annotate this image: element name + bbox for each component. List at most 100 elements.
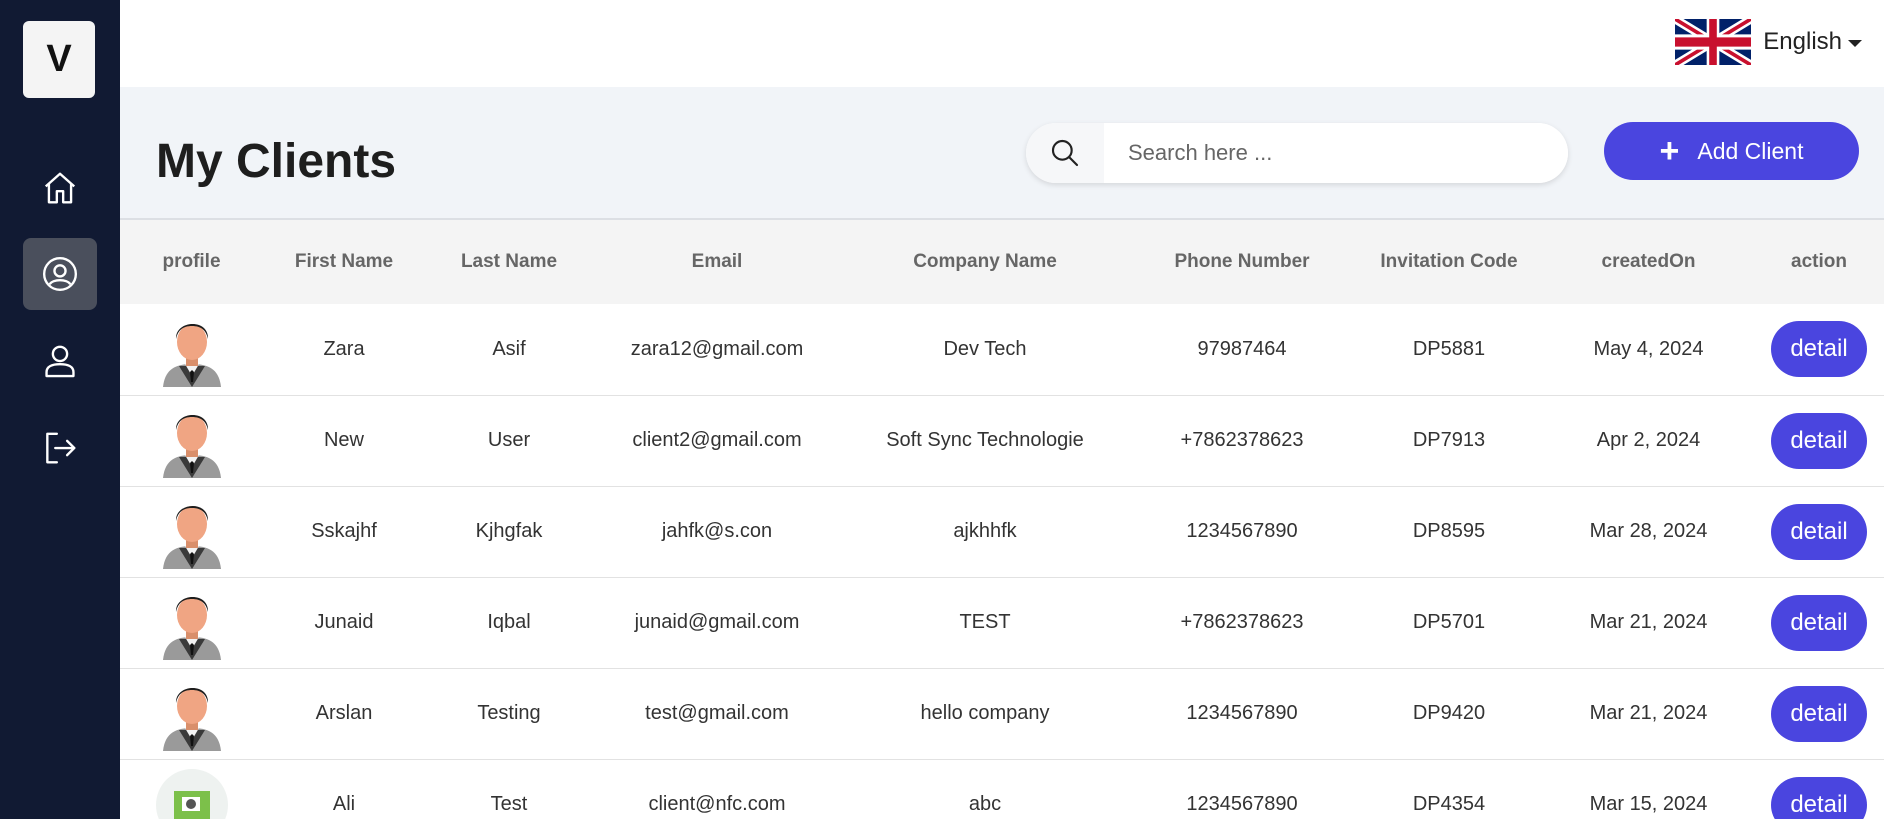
- user-icon: [45, 345, 75, 378]
- action-cell: detail: [1754, 668, 1884, 760]
- table-row: Zara Asif zara12@gmail.com Dev Tech 97987464…: [120, 304, 1884, 396]
- avatar-icon: [162, 414, 221, 478]
- column-header[interactable]: Company Name: [841, 220, 1129, 304]
- table-row: Arslan Testing test@gmail.com hello company…: [120, 668, 1884, 760]
- logout-icon: [46, 432, 76, 464]
- clients-icon: [42, 256, 78, 292]
- language-selector[interactable]: English: [1675, 19, 1862, 65]
- phone-cell: 1234567890: [1129, 668, 1355, 760]
- column-header[interactable]: Phone Number: [1129, 220, 1355, 304]
- last-name-cell: User: [425, 395, 593, 487]
- company-cell: TEST: [841, 577, 1129, 669]
- search-input[interactable]: [1104, 123, 1568, 183]
- table-row: New User client2@gmail.com Soft Sync Techno…: [120, 395, 1884, 487]
- column-header[interactable]: createdOn: [1543, 220, 1754, 304]
- search-bar: [1026, 123, 1568, 183]
- email-cell: junaid@gmail.com: [593, 577, 841, 669]
- company-cell: hello company: [841, 668, 1129, 760]
- avatar-icon: [162, 596, 221, 660]
- clients-table: profile First Name Last Name Email Compa…: [120, 220, 1884, 819]
- uk-flag-icon: [1675, 19, 1752, 65]
- action-cell: detail: [1754, 486, 1884, 578]
- detail-button[interactable]: detail: [1771, 685, 1867, 742]
- action-cell: detail: [1754, 395, 1884, 487]
- nav-clients[interactable]: [23, 238, 97, 310]
- clients-table-container: profile First Name Last Name Email Compa…: [120, 218, 1884, 819]
- table-row: Junaid Iqbal junaid@gmail.com TEST +78623786…: [120, 577, 1884, 669]
- action-cell: detail: [1754, 304, 1884, 396]
- search-icon[interactable]: [1026, 123, 1104, 183]
- add-client-label: Add Client: [1697, 137, 1804, 164]
- add-client-button[interactable]: + Add Client: [1604, 122, 1859, 180]
- invitation-code-cell: DP9420: [1355, 668, 1543, 760]
- first-name-cell: Arslan: [263, 668, 425, 760]
- invitation-code-cell: DP8595: [1355, 486, 1543, 578]
- invitation-code-cell: DP5881: [1355, 304, 1543, 396]
- detail-button[interactable]: detail: [1771, 321, 1867, 378]
- profile-cell: [120, 304, 263, 396]
- first-name-cell: Junaid: [263, 577, 425, 669]
- sidebar: V: [0, 0, 120, 819]
- column-header[interactable]: action: [1754, 220, 1884, 304]
- phone-cell: +7862378623: [1129, 577, 1355, 669]
- column-header[interactable]: Email: [593, 220, 841, 304]
- home-icon: [44, 172, 76, 204]
- phone-cell: 1234567890: [1129, 759, 1355, 819]
- avatar-icon: [162, 323, 221, 387]
- profile-cell: [120, 668, 263, 760]
- column-header[interactable]: Last Name: [425, 220, 593, 304]
- created-on-cell: Mar 28, 2024: [1543, 486, 1754, 578]
- created-on-cell: Mar 21, 2024: [1543, 668, 1754, 760]
- app-logo[interactable]: V: [23, 21, 95, 98]
- company-cell: Dev Tech: [841, 304, 1129, 396]
- avatar-icon: [162, 687, 221, 751]
- created-on-cell: Mar 15, 2024: [1543, 759, 1754, 819]
- email-cell: client2@gmail.com: [593, 395, 841, 487]
- last-name-cell: Asif: [425, 304, 593, 396]
- profile-cell: [120, 486, 263, 578]
- column-header[interactable]: profile: [120, 220, 263, 304]
- invitation-code-cell: DP4354: [1355, 759, 1543, 819]
- invitation-code-cell: DP5701: [1355, 577, 1543, 669]
- email-cell: test@gmail.com: [593, 668, 841, 760]
- page-title: My Clients: [156, 135, 397, 188]
- email-cell: jahfk@s.con: [593, 486, 841, 578]
- last-name-cell: Iqbal: [425, 577, 593, 669]
- profile-cell: [120, 395, 263, 487]
- plus-icon: +: [1659, 132, 1680, 170]
- table-header-row: profile First Name Last Name Email Compa…: [120, 220, 1884, 304]
- table-row: Ali Test client@nfc.com abc 1234567890 DP4354…: [120, 759, 1884, 819]
- nav-logout[interactable]: [23, 412, 97, 484]
- first-name-cell: Ali: [263, 759, 425, 819]
- phone-cell: 1234567890: [1129, 486, 1355, 578]
- table-row: Sskajhf Kjhgfak jahfk@s.con ajkhhfk 12345678…: [120, 486, 1884, 578]
- created-on-cell: May 4, 2024: [1543, 304, 1754, 396]
- chevron-down-icon: [1848, 39, 1862, 47]
- action-cell: detail: [1754, 759, 1884, 819]
- column-header[interactable]: Invitation Code: [1355, 220, 1543, 304]
- detail-button[interactable]: detail: [1771, 412, 1867, 469]
- profile-cell: [120, 759, 263, 819]
- first-name-cell: Zara: [263, 304, 425, 396]
- email-cell: client@nfc.com: [593, 759, 841, 819]
- detail-button[interactable]: detail: [1771, 776, 1867, 819]
- last-name-cell: Test: [425, 759, 593, 819]
- profile-cell: [120, 577, 263, 669]
- detail-button[interactable]: detail: [1771, 503, 1867, 560]
- last-name-cell: Kjhgfak: [425, 486, 593, 578]
- avatar-photo: [155, 768, 228, 819]
- created-on-cell: Mar 21, 2024: [1543, 577, 1754, 669]
- first-name-cell: New: [263, 395, 425, 487]
- phone-cell: 97987464: [1129, 304, 1355, 396]
- first-name-cell: Sskajhf: [263, 486, 425, 578]
- nav-profile[interactable]: [23, 325, 97, 397]
- created-on-cell: Apr 2, 2024: [1543, 395, 1754, 487]
- company-cell: Soft Sync Technologie: [841, 395, 1129, 487]
- phone-cell: +7862378623: [1129, 395, 1355, 487]
- nav-home[interactable]: [23, 152, 97, 224]
- detail-button[interactable]: detail: [1771, 594, 1867, 651]
- company-cell: ajkhhfk: [841, 486, 1129, 578]
- avatar-icon: [162, 505, 221, 569]
- last-name-cell: Testing: [425, 668, 593, 760]
- column-header[interactable]: First Name: [263, 220, 425, 304]
